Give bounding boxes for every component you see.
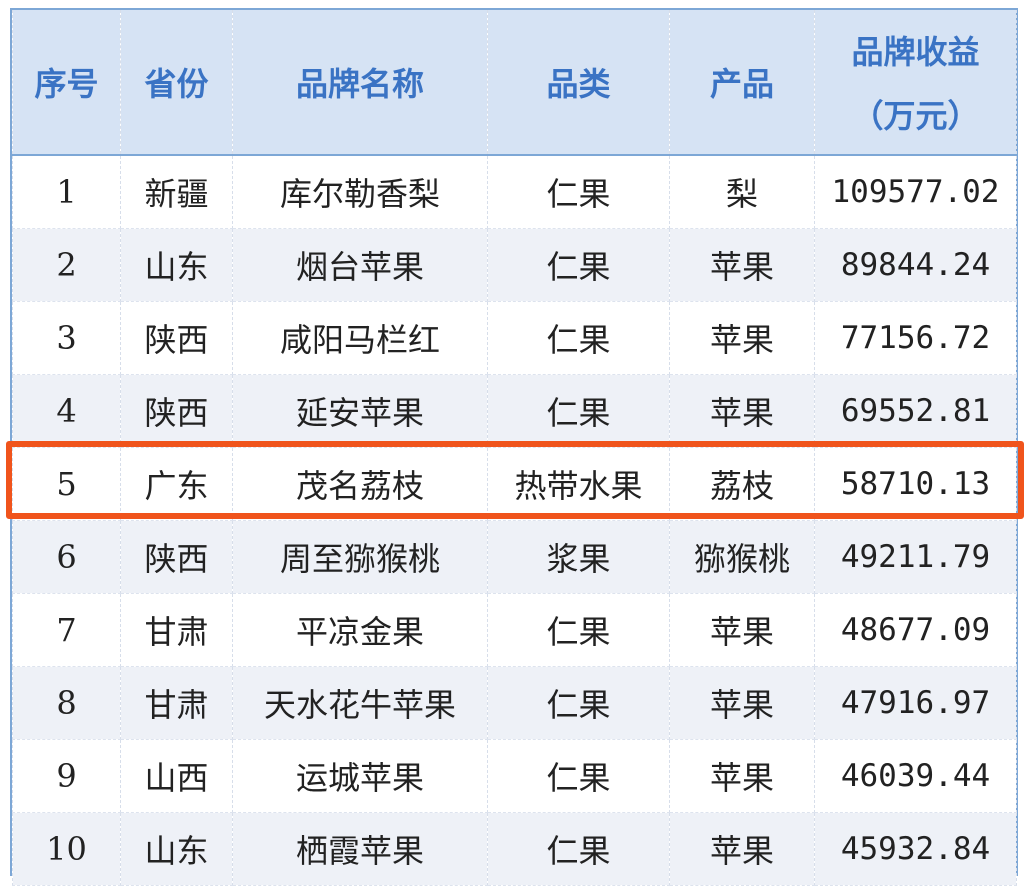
cell-category: 浆果 [487, 520, 670, 594]
cell-revenue: 48677.09 [814, 593, 1017, 667]
cell-brand-name: 库尔勒香梨 [232, 155, 488, 229]
cell-province: 广东 [120, 447, 233, 521]
cell-category: 热带水果 [487, 447, 670, 521]
cell-category: 仁果 [487, 739, 670, 813]
cell-brand-name: 运城苹果 [232, 739, 488, 813]
cell-index: 6 [12, 520, 121, 594]
table-row: 8 甘肃 天水花牛苹果 仁果 苹果 47916.97 [12, 666, 1017, 740]
table-body: 1 新疆 库尔勒香梨 仁果梨 109577.02 2 山东 烟台苹果 仁果 苹果 89844.24 3… [12, 155, 1017, 886]
cell-index: 7 [12, 593, 121, 667]
cell-province: 新疆 [120, 155, 233, 229]
cell-index: 10 [12, 812, 121, 886]
table-row: 2 山东 烟台苹果 仁果 苹果 89844.24 [12, 228, 1017, 302]
table-row: 7 甘肃 平凉金果 仁果 苹果 48677.09 [12, 593, 1017, 667]
brand-revenue-table: 序号 省份 品牌名称 品类 产品 品牌收益 （万元） 1 新疆 库尔勒香梨 仁果梨 10… [12, 10, 1017, 886]
cell-brand-name: 延安苹果 [232, 374, 488, 448]
header-revenue-unit: （万元） [851, 97, 980, 135]
cell-province: 陕西 [120, 520, 233, 594]
cell-category: 仁果 [487, 593, 670, 667]
cell-brand-name: 天水花牛苹果 [232, 666, 488, 740]
cell-province: 甘肃 [120, 593, 233, 667]
cell-revenue: 58710.13 [814, 447, 1017, 521]
cell-index: 5 [12, 447, 121, 521]
table-row: 10 山东 栖霞苹果 仁果 苹果 45932.84 [12, 812, 1017, 886]
header-revenue-line1: 品牌收益 [851, 33, 980, 71]
header-brand-revenue: 品牌收益 （万元） [814, 10, 1017, 156]
cell-brand-name: 栖霞苹果 [232, 812, 488, 886]
cell-province: 山西 [120, 739, 233, 813]
cell-brand-name: 周至猕猴桃 [232, 520, 488, 594]
cell-province: 陕西 [120, 301, 233, 375]
cell-category: 仁果 [487, 812, 670, 886]
cell-category: 仁果 [487, 374, 670, 448]
table-row: 9 山西 运城苹果 仁果 苹果 46039.44 [12, 739, 1017, 813]
cell-index: 3 [12, 301, 121, 375]
cell-revenue: 69552.81 [814, 374, 1017, 448]
cell-product: 猕猴桃 [669, 520, 815, 594]
cell-brand-name: 烟台苹果 [232, 228, 488, 302]
cell-category: 仁果 [487, 228, 670, 302]
header-index: 序号 [12, 10, 121, 156]
cell-revenue: 49211.79 [814, 520, 1017, 594]
cell-product: 苹果 [669, 228, 815, 302]
cell-province: 山东 [120, 228, 233, 302]
cell-product: 苹果 [669, 374, 815, 448]
cell-category: 仁果 [487, 301, 670, 375]
cell-province: 山东 [120, 812, 233, 886]
cell-product: 苹果 [669, 593, 815, 667]
cell-index: 9 [12, 739, 121, 813]
cell-product: 苹果 [669, 666, 815, 740]
table-row: 1 新疆 库尔勒香梨 仁果梨 109577.02 [12, 155, 1017, 229]
cell-revenue: 77156.72 [814, 301, 1017, 375]
table-row: 6 陕西 周至猕猴桃 浆果 猕猴桃 49211.79 [12, 520, 1017, 594]
cell-category: 仁果 [487, 666, 670, 740]
cell-index: 4 [12, 374, 121, 448]
cell-product: 苹果 [669, 739, 815, 813]
brand-revenue-table-container: 序号 省份 品牌名称 品类 产品 品牌收益 （万元） 1 新疆 库尔勒香梨 仁果梨 10… [10, 8, 1018, 886]
cell-index: 8 [12, 666, 121, 740]
cell-revenue: 109577.02 [814, 155, 1017, 229]
table-header-row: 序号 省份 品牌名称 品类 产品 品牌收益 （万元） [12, 10, 1017, 156]
cell-product: 荔枝 [669, 447, 815, 521]
cell-product: 梨 [669, 155, 815, 229]
header-brand-name: 品牌名称 [232, 10, 488, 156]
cell-revenue: 46039.44 [814, 739, 1017, 813]
header-category: 品类 [487, 10, 670, 156]
cell-revenue: 47916.97 [814, 666, 1017, 740]
table-row: 5 广东 茂名荔枝 热带水果 荔枝 58710.13 [12, 447, 1017, 521]
cell-product: 苹果 [669, 301, 815, 375]
cell-revenue: 89844.24 [814, 228, 1017, 302]
header-province: 省份 [120, 10, 233, 156]
cell-index: 1 [12, 155, 121, 229]
cell-province: 甘肃 [120, 666, 233, 740]
cell-brand-name: 平凉金果 [232, 593, 488, 667]
cell-product: 苹果 [669, 812, 815, 886]
cell-category: 仁果 [487, 155, 670, 229]
cell-brand-name: 茂名荔枝 [232, 447, 488, 521]
cell-revenue: 45932.84 [814, 812, 1017, 886]
header-product: 产品 [669, 10, 815, 156]
table-row: 3 陕西 咸阳马栏红 仁果 苹果 77156.72 [12, 301, 1017, 375]
table-row: 4 陕西 延安苹果 仁果 苹果 69552.81 [12, 374, 1017, 448]
cell-province: 陕西 [120, 374, 233, 448]
cell-brand-name: 咸阳马栏红 [232, 301, 488, 375]
cell-index: 2 [12, 228, 121, 302]
